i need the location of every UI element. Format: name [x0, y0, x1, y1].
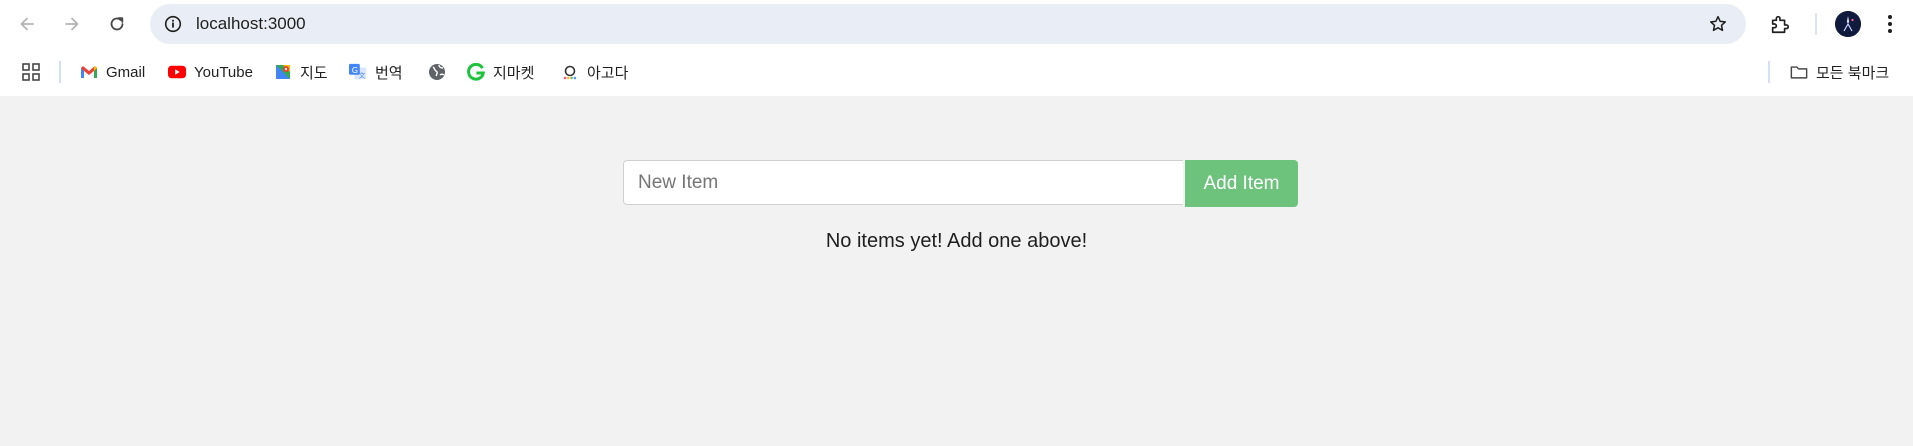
browser-toolbar: localhost:3000 — [0, 0, 1913, 48]
profile-avatar[interactable] — [1835, 11, 1861, 37]
bookmarks-divider — [59, 61, 61, 83]
bookmark-star-icon[interactable] — [1706, 12, 1730, 36]
bookmark-gmail[interactable]: Gmail — [80, 60, 145, 84]
bookmark-label: 아고다 — [587, 64, 629, 82]
all-bookmarks-button[interactable]: 모든 북마크 — [1790, 60, 1889, 84]
globe-icon — [428, 63, 446, 81]
back-button[interactable] — [10, 7, 44, 41]
forward-arrow-icon — [65, 17, 79, 31]
youtube-icon — [168, 63, 186, 81]
bookmarks-divider — [1768, 61, 1770, 83]
more-menu-icon[interactable] — [1878, 10, 1902, 38]
new-item-input[interactable] — [623, 160, 1183, 205]
apps-grid-icon — [22, 63, 40, 81]
bookmark-gmarket[interactable]: 지마켓 — [467, 60, 534, 84]
bookmark-label: 지도 — [300, 64, 328, 82]
maps-icon — [274, 63, 292, 81]
gmarket-icon — [467, 63, 485, 81]
bookmark-globe[interactable] — [428, 60, 454, 84]
bookmark-maps[interactable]: 지도 — [274, 60, 328, 84]
apps-button[interactable] — [22, 60, 40, 84]
bookmark-label: 지마켓 — [493, 64, 535, 82]
bookmark-translate[interactable]: G 文 번역 — [349, 60, 403, 84]
agoda-icon — [561, 63, 579, 81]
extensions-icon[interactable] — [1766, 10, 1794, 38]
bookmark-agoda[interactable]: 아고다 — [561, 60, 628, 84]
forward-button[interactable] — [55, 7, 89, 41]
empty-state-message: No items yet! Add one above! — [825, 230, 1088, 252]
svg-text:G: G — [352, 65, 358, 75]
add-item-button[interactable]: Add Item — [1185, 160, 1298, 207]
translate-icon: G 文 — [349, 63, 367, 81]
bookmark-label: Gmail — [106, 63, 146, 81]
bookmark-label: 번역 — [375, 64, 403, 82]
address-bar[interactable]: localhost:3000 — [150, 4, 1746, 44]
page-content: Add Item No items yet! Add one above! — [0, 96, 1913, 446]
reload-button[interactable] — [100, 7, 134, 41]
bookmark-youtube[interactable]: YouTube — [168, 60, 253, 84]
gmail-icon — [80, 63, 98, 81]
url-text[interactable]: localhost:3000 — [196, 4, 306, 44]
profile-picture-icon — [1835, 11, 1861, 37]
back-arrow-icon — [20, 17, 34, 31]
bookmark-label: YouTube — [194, 63, 253, 81]
bookmarks-bar: Gmail YouTube 지도 G 文 번역 지마켓 아고다 모든 북마크 — [0, 48, 1913, 96]
folder-icon — [1790, 63, 1808, 81]
toolbar-divider — [1815, 13, 1817, 35]
reload-icon — [110, 17, 124, 31]
site-info-icon[interactable] — [162, 13, 184, 35]
all-bookmarks-label: 모든 북마크 — [1816, 64, 1890, 82]
svg-text:文: 文 — [359, 70, 366, 79]
